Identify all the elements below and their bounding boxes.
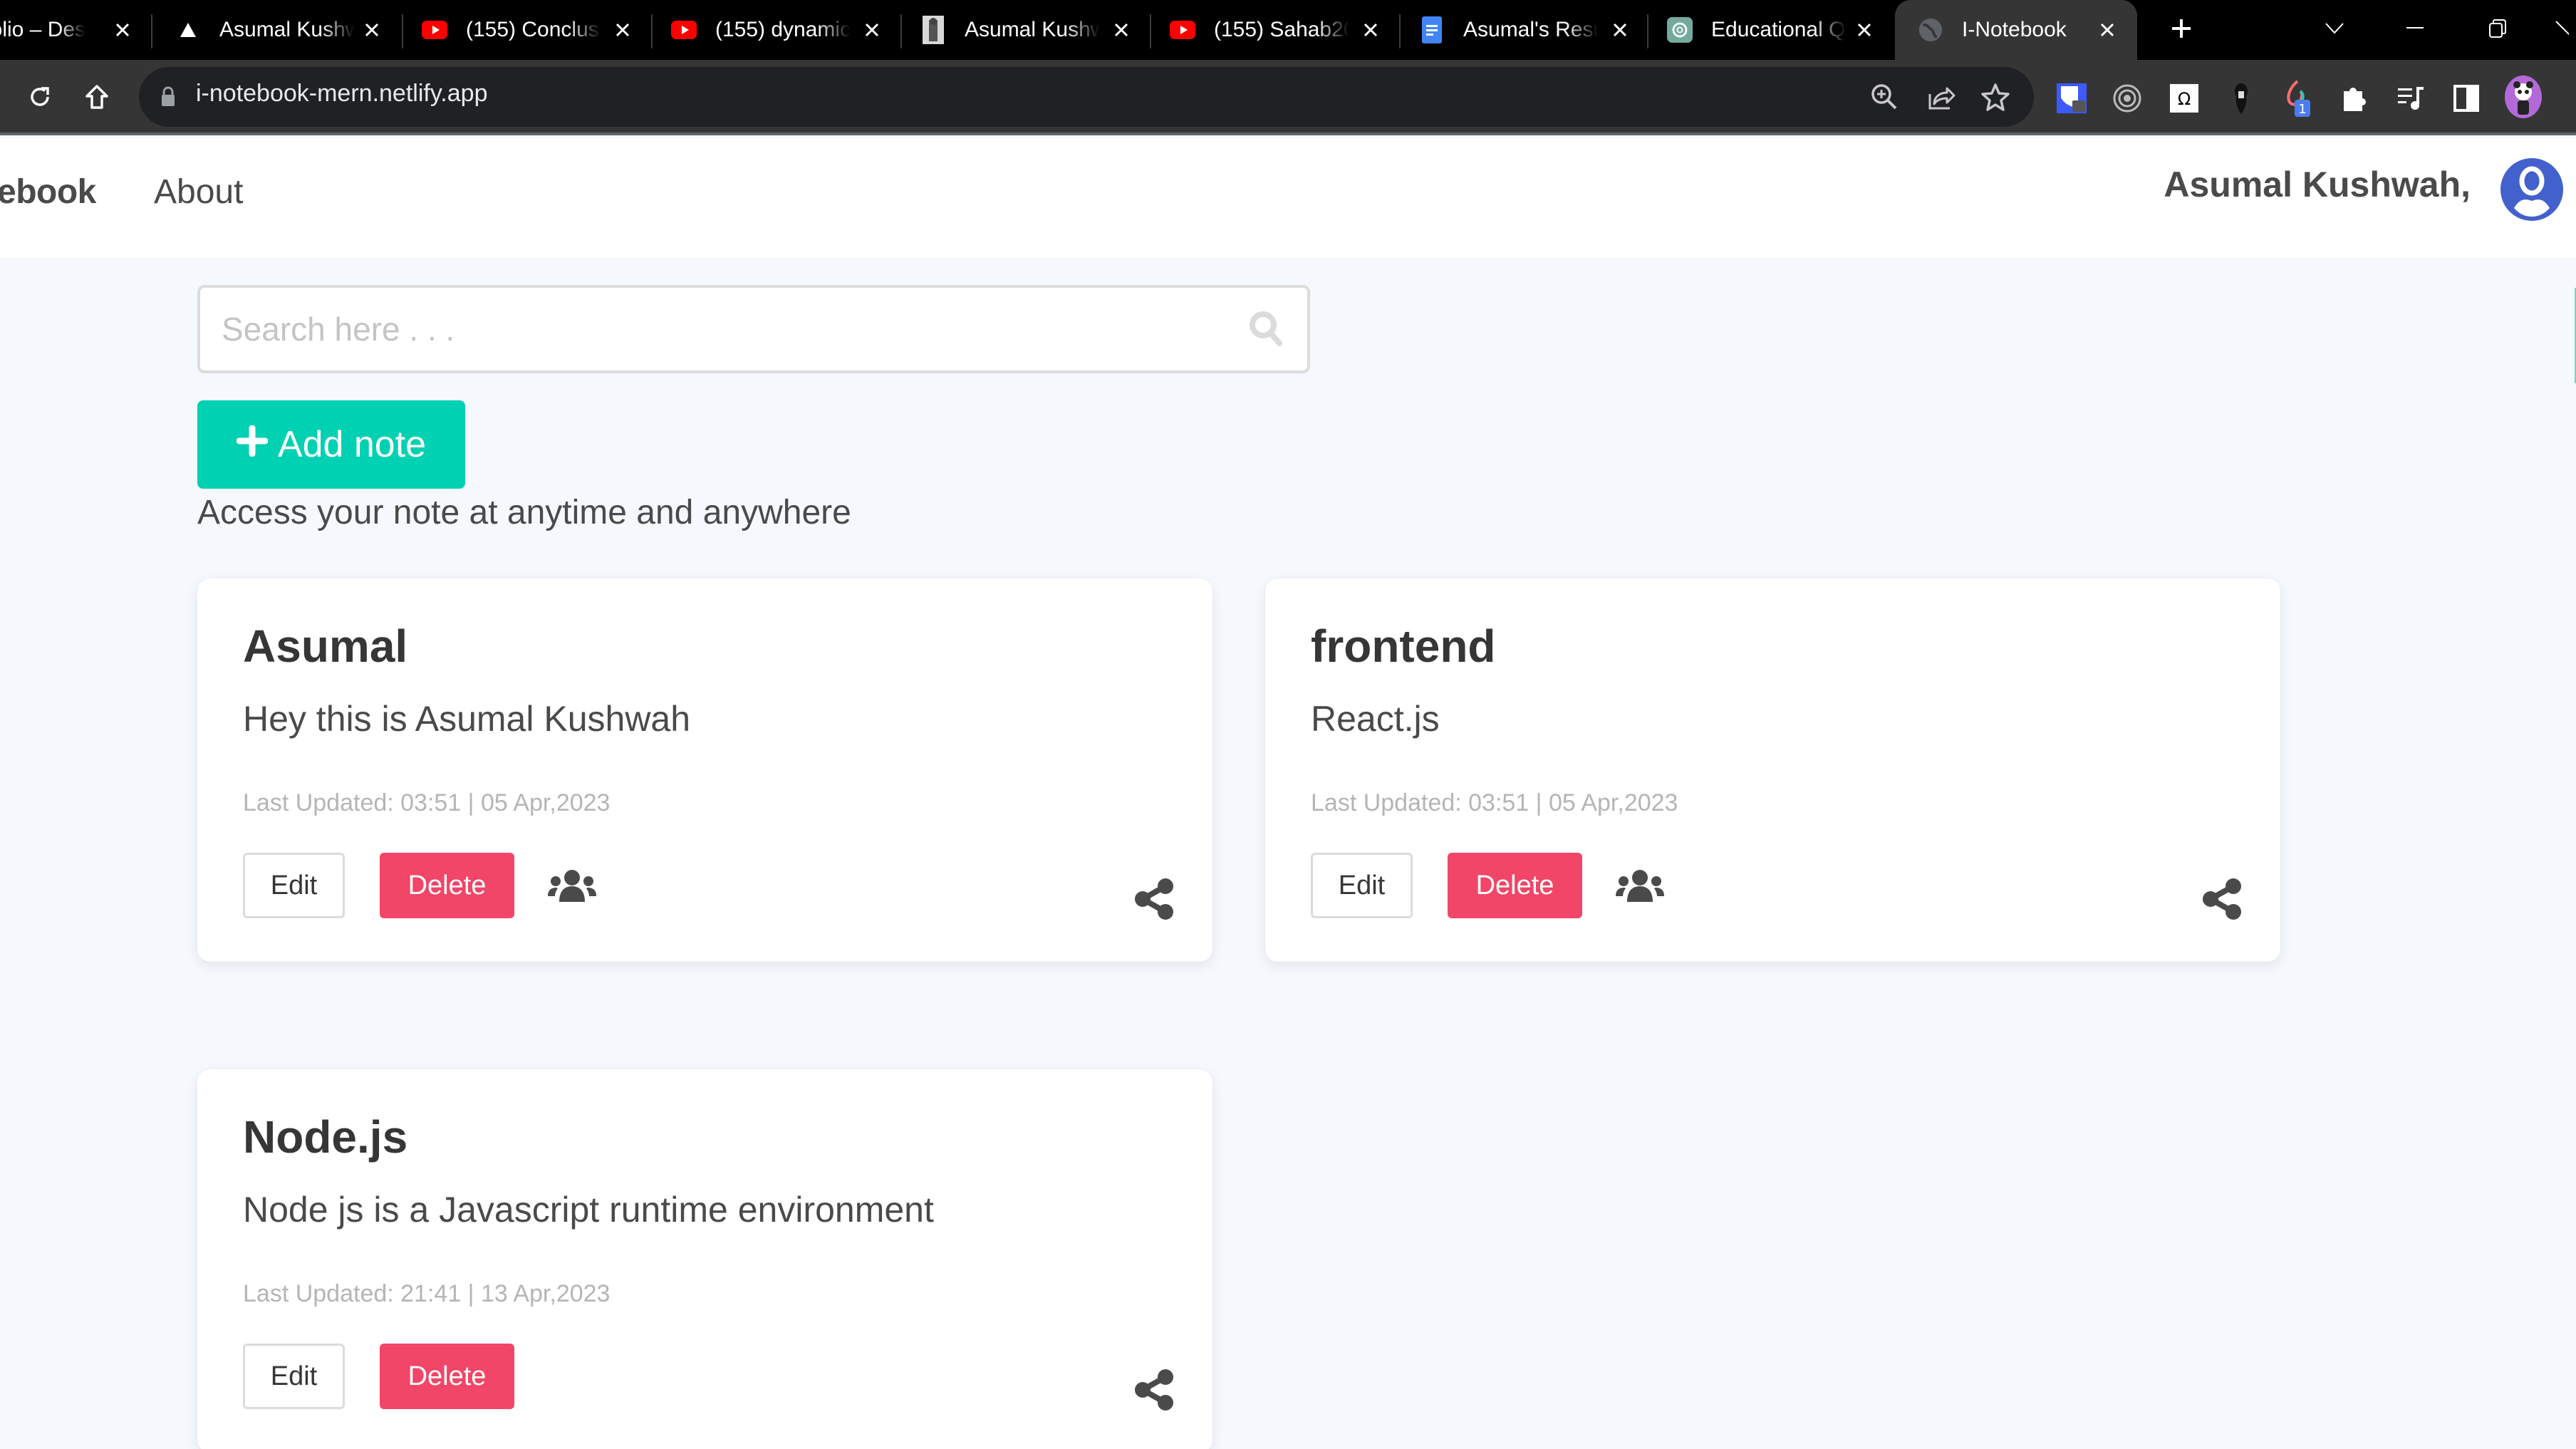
browser-tab[interactable]: Asumal Kushwah	[902, 0, 1151, 60]
add-note-label: Add note	[277, 424, 427, 465]
omega-extension-icon[interactable]: Ω	[2167, 81, 2201, 115]
extension-badge: 1	[2298, 102, 2306, 117]
tab-search-chevron-icon[interactable]	[2306, 0, 2363, 57]
tagline: Access your note at anytime and anywhere	[197, 494, 851, 531]
search-input[interactable]	[222, 288, 1219, 370]
search-icon[interactable]	[1247, 309, 1286, 348]
close-tab-icon[interactable]	[1850, 16, 1879, 44]
browser-tab[interactable]: Asumal's Resume	[1401, 0, 1650, 60]
youtube-icon	[671, 17, 697, 43]
share-icon[interactable]	[1133, 1368, 1175, 1411]
close-tab-icon[interactable]	[1606, 16, 1634, 44]
note-title: frontend	[1311, 620, 1496, 672]
google-docs-icon	[1419, 16, 1445, 43]
new-tab-button[interactable]	[2153, 0, 2210, 57]
browser-tab[interactable]: Asumal Kushwah	[152, 0, 402, 60]
brand-logo-link[interactable]: ebook	[0, 172, 96, 212]
note-last-updated: Last Updated: 03:51 | 05 Apr,2023	[243, 789, 611, 816]
extensions-puzzle-icon[interactable]	[2337, 81, 2371, 115]
browser-tab[interactable]: (155) Sahab2023	[1151, 0, 1401, 60]
minimize-icon[interactable]	[2387, 0, 2443, 57]
tab-title: Asumal's Resume	[1463, 18, 1599, 41]
close-tab-icon[interactable]	[108, 16, 137, 44]
close-tab-icon[interactable]	[858, 16, 886, 44]
bookmark-star-icon[interactable]	[1980, 81, 2011, 113]
youtube-icon	[1170, 17, 1195, 43]
close-tab-icon[interactable]	[358, 16, 386, 44]
user-greeting: Asumal Kushwah,	[2164, 165, 2471, 204]
delete-note-button[interactable]: Delete	[380, 1344, 514, 1409]
tab-title: I-Notebook	[1962, 18, 2067, 41]
close-tab-icon[interactable]	[608, 16, 637, 44]
tab-title: (155) Sahab2023	[1214, 18, 1349, 41]
window-close-icon[interactable]	[2548, 0, 2576, 57]
note-title: Node.js	[243, 1111, 408, 1163]
browser-tab-active[interactable]: I-Notebook	[1895, 0, 2137, 60]
browser-tab[interactable]: (155) dynamic	[653, 0, 902, 60]
home-icon[interactable]	[76, 76, 118, 118]
media-control-icon[interactable]	[2394, 81, 2428, 115]
browser-tab-strip: tfolio – Design Asumal Kushwah (155) Con…	[0, 0, 2576, 60]
profile-avatar-icon[interactable]	[2502, 76, 2545, 118]
profile-photo-icon	[920, 16, 946, 44]
note-last-updated: Last Updated: 03:51 | 05 Apr,2023	[1311, 789, 1678, 816]
search-box	[197, 285, 1310, 373]
note-card: Asumal Hey this is Asumal Kushwah Last U…	[197, 578, 1212, 962]
side-panel-icon[interactable]	[2449, 81, 2483, 115]
browser-tab[interactable]: tfolio – Design	[0, 0, 150, 60]
add-note-button[interactable]: Add note	[197, 400, 465, 489]
target-extension-icon[interactable]	[2110, 81, 2144, 115]
close-tab-icon[interactable]	[2093, 16, 2121, 44]
globe-icon	[1918, 17, 1943, 43]
tab-title: tfolio – Design	[0, 18, 85, 41]
browser-toolbar: i-notebook-mern.netlify.app Ω 1	[0, 60, 2576, 135]
restore-icon[interactable]	[2469, 0, 2526, 57]
edit-note-button[interactable]: Edit	[1311, 853, 1413, 918]
delete-note-button[interactable]: Delete	[380, 853, 514, 918]
note-card: Node.js Node js is a Javascript runtime …	[197, 1069, 1212, 1449]
lock-icon[interactable]	[160, 85, 176, 110]
edit-note-button[interactable]: Edit	[243, 853, 345, 918]
edit-note-button[interactable]: Edit	[243, 1344, 345, 1409]
users-group-icon[interactable]	[1616, 869, 1664, 903]
delete-note-button[interactable]: Delete	[1448, 853, 1582, 918]
zoom-icon[interactable]	[1869, 81, 1900, 113]
share-icon[interactable]	[2201, 878, 2243, 920]
person-extension-icon[interactable]	[2224, 81, 2258, 115]
users-group-icon[interactable]	[548, 869, 596, 903]
reload-icon[interactable]	[19, 76, 61, 118]
plus-icon	[236, 423, 269, 466]
note-last-updated: Last Updated: 21:41 | 13 Apr,2023	[243, 1280, 611, 1307]
note-title: Asumal	[243, 620, 408, 672]
share-icon[interactable]	[1133, 878, 1175, 920]
password-manager-extension-icon[interactable]	[2055, 81, 2089, 115]
address-bar[interactable]: i-notebook-mern.netlify.app	[139, 67, 2034, 127]
tab-title: Educational Q	[1711, 18, 1846, 41]
note-description: Node js is a Javascript runtime environm…	[243, 1190, 934, 1230]
app-navbar: ebook About Asumal Kushwah,	[0, 138, 2576, 258]
note-card: frontend React.js Last Updated: 03:51 | …	[1265, 578, 2280, 962]
browser-tab[interactable]: Educational Q	[1648, 0, 1894, 60]
tab-title: (155) Conclusion	[466, 18, 601, 41]
user-avatar-icon[interactable]	[2499, 157, 2565, 222]
share-page-icon[interactable]	[1926, 81, 1957, 113]
colorful-extension-icon[interactable]: 1	[2280, 80, 2314, 117]
nav-about-link[interactable]: About	[154, 172, 243, 212]
note-description: Hey this is Asumal Kushwah	[243, 699, 691, 739]
vercel-triangle-icon	[175, 17, 201, 43]
svg-text:Ω: Ω	[2178, 89, 2191, 109]
url-text[interactable]: i-notebook-mern.netlify.app	[196, 80, 487, 108]
close-tab-icon[interactable]	[1356, 16, 1385, 44]
youtube-icon	[422, 17, 447, 43]
tab-title: Asumal Kushwah	[965, 18, 1100, 41]
close-tab-icon[interactable]	[1107, 16, 1136, 44]
note-description: React.js	[1311, 699, 1440, 739]
tab-title: Asumal Kushwah	[219, 18, 355, 41]
chatgpt-icon	[1667, 17, 1693, 43]
tab-title: (155) dynamic	[715, 18, 851, 41]
browser-tab[interactable]: (155) Conclusion	[403, 0, 653, 60]
